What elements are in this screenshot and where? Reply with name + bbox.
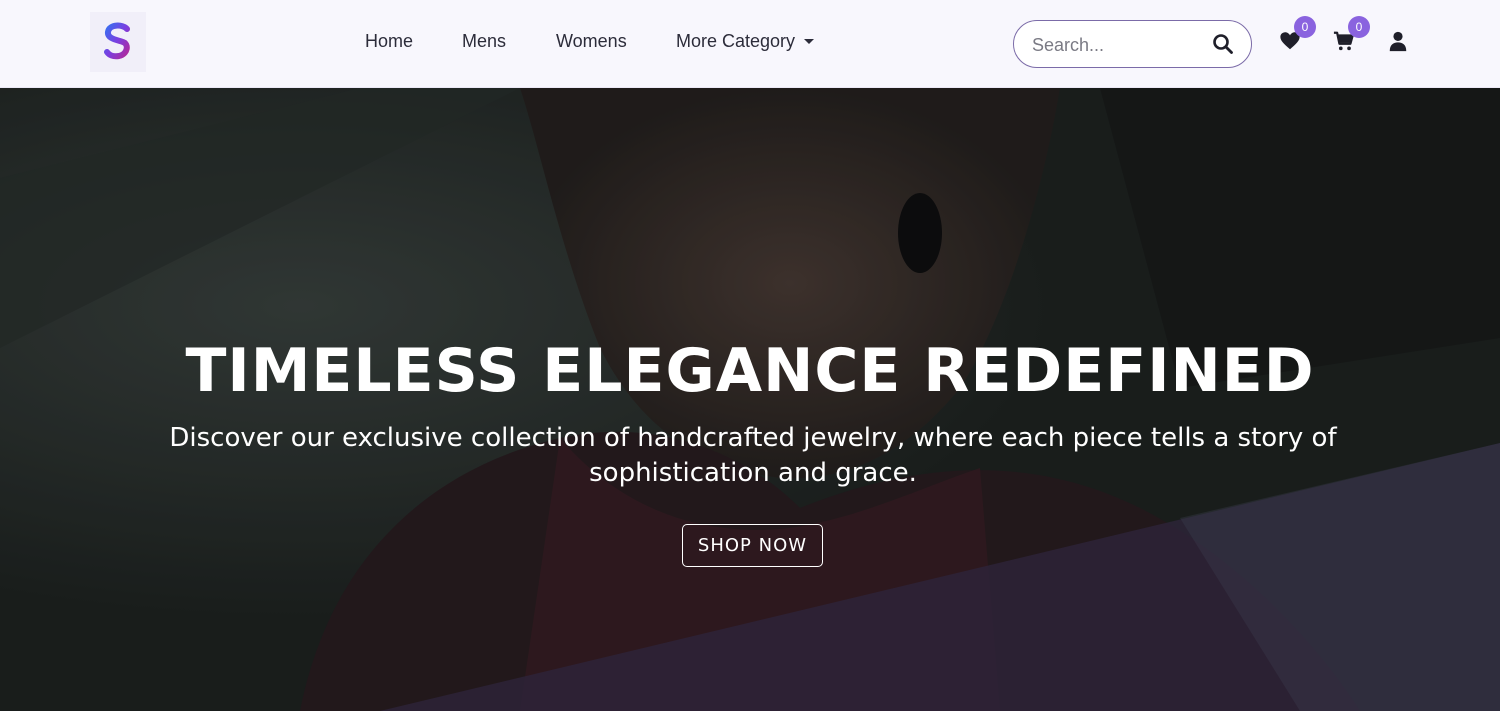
search-input[interactable] (1032, 33, 1202, 57)
nav-more-category-label: More Category (676, 31, 796, 51)
caret-down-icon (804, 39, 815, 44)
cart-count-badge: 0 (1348, 16, 1370, 38)
hero-subtitle: Discover our exclusive collection of han… (169, 423, 1337, 488)
nav-home[interactable]: Home (365, 31, 413, 52)
cart-button[interactable]: 0 (1333, 16, 1370, 54)
hero-title: TIMELESS ELEGANCE REDEFINED (185, 336, 1315, 406)
account-button[interactable] (1387, 30, 1411, 54)
hero-banner: TIMELESS ELEGANCE REDEFINED Discover our… (0, 88, 1500, 711)
nav-womens[interactable]: Womens (556, 31, 627, 52)
search-button[interactable] (1212, 33, 1234, 55)
user-icon (1389, 31, 1407, 52)
nav-mens[interactable]: Mens (462, 31, 506, 52)
search-icon (1213, 34, 1233, 54)
nav-more-category[interactable]: More Category (676, 31, 815, 52)
wishlist-count-badge: 0 (1294, 16, 1316, 38)
wishlist-button[interactable]: 0 (1279, 16, 1316, 54)
navbar: Home Mens Womens More Category 0 0 (0, 0, 1500, 88)
search-box (1013, 20, 1252, 68)
main-nav: Home Mens Womens More Category (0, 0, 1500, 88)
shop-now-button[interactable]: SHOP NOW (682, 524, 823, 567)
